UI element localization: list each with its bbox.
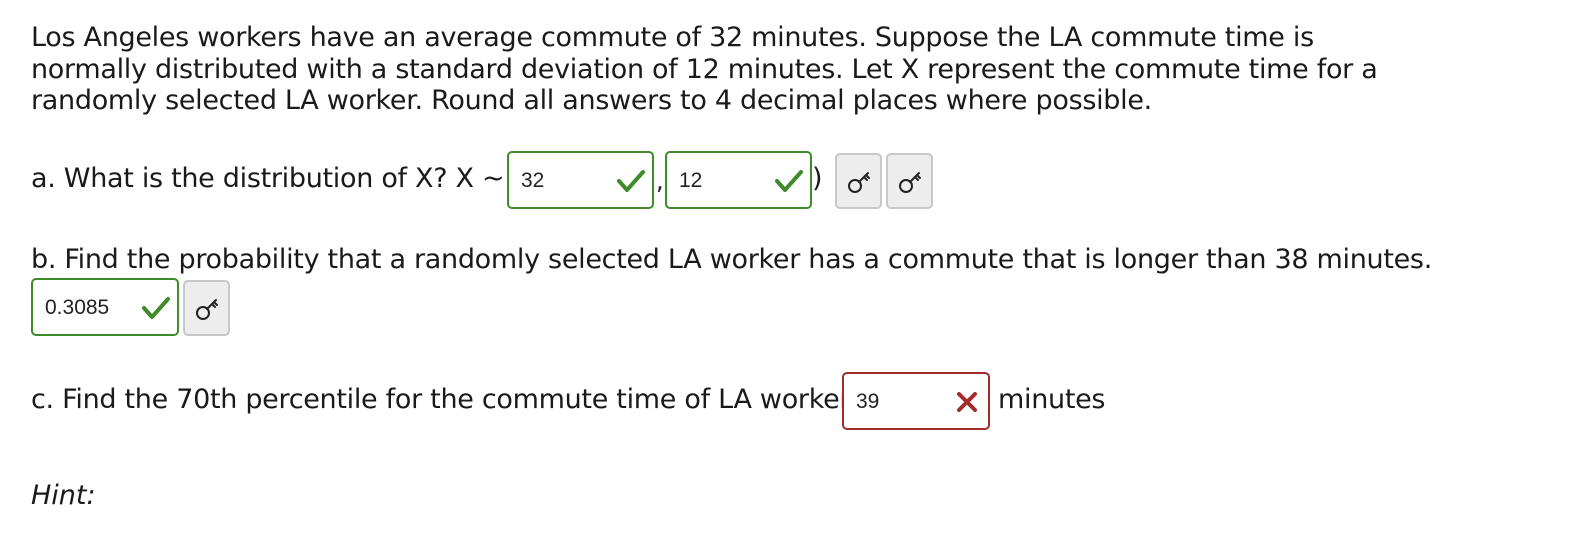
- key-icon: [196, 299, 218, 320]
- mean-answer-field[interactable]: 32: [507, 151, 654, 209]
- hint-link[interactable]: Hint:: [31, 479, 96, 513]
- percentile-answer-value: 39: [856, 390, 880, 413]
- mean-answer-value: 32: [521, 169, 545, 192]
- checkmark-icon: [617, 170, 645, 192]
- close-paren: ): [812, 163, 823, 194]
- x-mark-icon: [957, 392, 977, 412]
- checkmark-icon: [142, 297, 170, 319]
- problem-intro: Los Angeles workers have an average comm…: [31, 22, 1378, 116]
- question-c-text: c. Find the 70th percentile for the comm…: [31, 384, 873, 415]
- key-icon: [899, 172, 921, 193]
- answer-key-button-mean[interactable]: [835, 153, 882, 209]
- question-a-text: a. What is the distribution of X? X ~ N(: [31, 163, 543, 194]
- checkmark-icon: [775, 170, 803, 192]
- answer-key-button-sd[interactable]: [886, 153, 933, 209]
- comma-separator: ,: [656, 167, 664, 195]
- answer-key-button-probability[interactable]: [183, 280, 230, 336]
- probability-answer-field[interactable]: 0.3085: [31, 278, 179, 336]
- percentile-answer-field[interactable]: 39: [842, 372, 990, 430]
- question-b-text: b. Find the probability that a randomly …: [31, 244, 1432, 275]
- sd-answer-field[interactable]: 12: [665, 151, 812, 209]
- probability-answer-value: 0.3085: [45, 296, 110, 319]
- sd-answer-value: 12: [679, 169, 703, 192]
- unit-label: minutes: [998, 384, 1106, 415]
- key-icon: [848, 172, 870, 193]
